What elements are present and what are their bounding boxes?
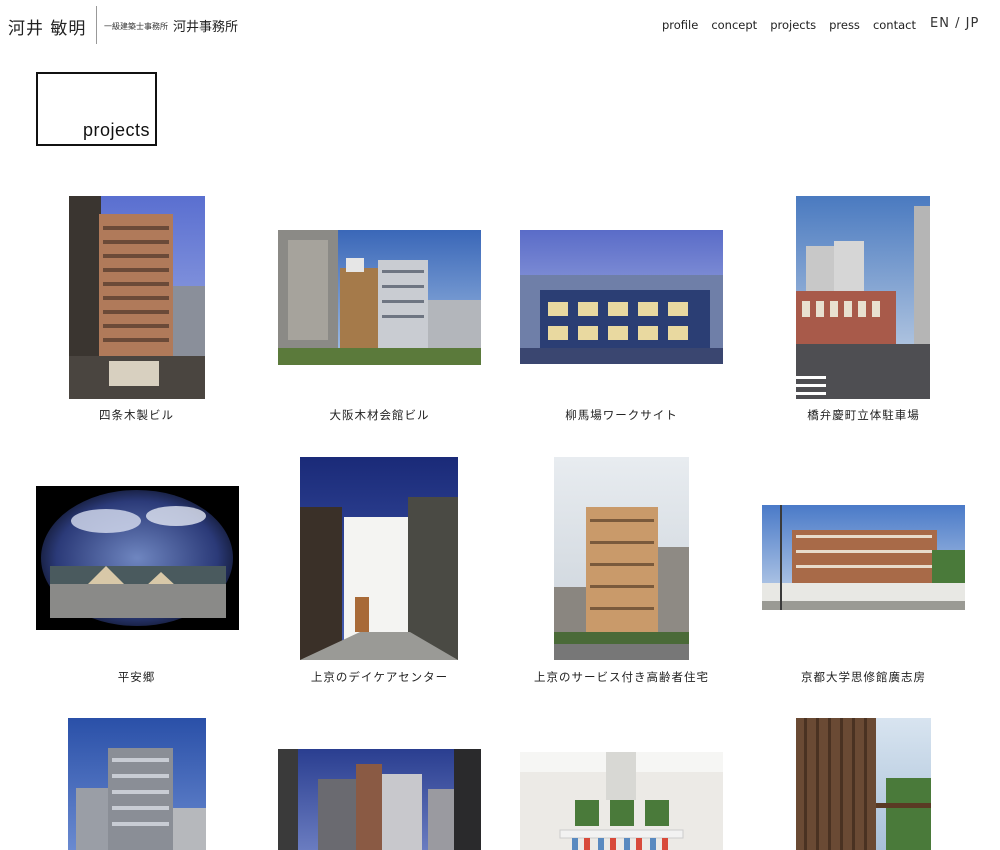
project-caption[interactable]: 四条木製ビル xyxy=(35,407,238,423)
project-photo[interactable] xyxy=(762,505,965,610)
project-caption[interactable]: 大阪木材会館ビル xyxy=(278,407,481,423)
main-nav: profile concept projects press contact xyxy=(662,18,929,32)
project-photo[interactable] xyxy=(278,230,481,365)
site-name[interactable]: 河井 敏明 xyxy=(8,14,86,39)
section-title-box: projects xyxy=(36,72,157,146)
office-name[interactable]: 河井事務所 xyxy=(173,16,238,35)
nav-press[interactable]: press xyxy=(829,18,860,32)
header-divider xyxy=(96,6,97,44)
project-caption[interactable]: 柳馬場ワークサイト xyxy=(520,407,723,423)
lang-separator: / xyxy=(955,16,961,31)
nav-contact[interactable]: contact xyxy=(873,18,916,32)
page-title: projects xyxy=(82,120,150,140)
nav-profile[interactable]: profile xyxy=(662,18,698,32)
project-photo[interactable] xyxy=(796,196,930,399)
project-photo[interactable] xyxy=(36,486,239,630)
project-photo[interactable] xyxy=(68,718,206,850)
project-caption[interactable]: 平安郷 xyxy=(35,669,238,685)
nav-projects[interactable]: projects xyxy=(770,18,816,32)
project-photo[interactable] xyxy=(520,752,723,850)
project-photo[interactable] xyxy=(796,718,931,850)
project-photo[interactable] xyxy=(300,457,458,660)
nav-concept[interactable]: concept xyxy=(711,18,757,32)
project-photo[interactable] xyxy=(520,230,723,364)
lang-jp-link[interactable]: JP xyxy=(966,16,980,31)
site-header: 河井 敏明 一級建築士事務所 河井事務所 profile concept pro… xyxy=(0,0,1000,50)
project-caption[interactable]: 橋弁慶町立体駐車場 xyxy=(762,407,965,423)
project-caption[interactable]: 京都大学思修館廣志房 xyxy=(762,669,965,685)
lang-en-link[interactable]: EN xyxy=(930,16,950,31)
project-photo[interactable] xyxy=(69,196,205,399)
project-caption[interactable]: 上京のサービス付き高齢者住宅 xyxy=(520,669,723,685)
project-photo[interactable] xyxy=(278,749,481,850)
project-photo[interactable] xyxy=(554,457,689,660)
project-caption[interactable]: 上京のデイケアセンター xyxy=(278,669,481,685)
office-type-label: 一級建築士事務所 xyxy=(104,22,168,31)
language-switcher: EN / JP xyxy=(930,16,979,31)
